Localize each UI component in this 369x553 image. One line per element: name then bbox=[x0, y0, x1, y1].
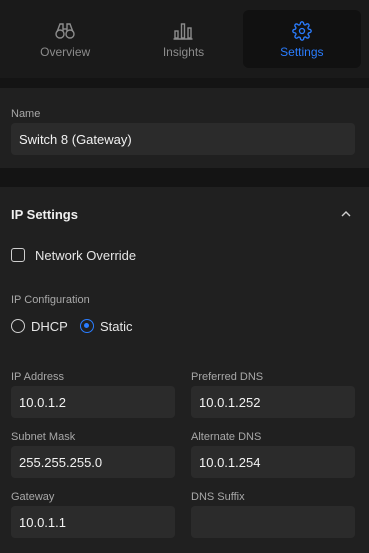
tab-bar: Overview Insights Settings bbox=[0, 0, 369, 78]
gateway-input[interactable]: 10.0.1.1 bbox=[11, 506, 175, 538]
ip-settings-panel: IP Settings Network Override IP Configur… bbox=[0, 187, 369, 553]
bar-chart-icon bbox=[172, 20, 194, 42]
section-title: IP Settings bbox=[11, 207, 78, 222]
alternate-dns-input[interactable]: 10.0.1.254 bbox=[191, 446, 355, 478]
tab-insights[interactable]: Insights bbox=[124, 10, 242, 68]
subnet-mask-label: Subnet Mask bbox=[11, 431, 76, 443]
name-panel: Name Switch 8 (Gateway) bbox=[0, 88, 369, 168]
network-override-label: Network Override bbox=[35, 248, 137, 263]
tab-label: Insights bbox=[162, 44, 205, 59]
ip-config-label: IP Configuration bbox=[11, 294, 90, 306]
dhcp-radio[interactable] bbox=[11, 319, 25, 333]
static-label: Static bbox=[100, 319, 133, 334]
gateway-label: Gateway bbox=[11, 491, 55, 503]
tab-settings[interactable]: Settings bbox=[242, 10, 361, 68]
tab-overview[interactable]: Overview bbox=[6, 10, 124, 68]
name-label: Name bbox=[11, 108, 41, 120]
subnet-mask-input[interactable]: 255.255.255.0 bbox=[11, 446, 175, 478]
name-input[interactable]: Switch 8 (Gateway) bbox=[11, 123, 355, 155]
dhcp-label: DHCP bbox=[31, 319, 68, 334]
network-override-checkbox[interactable] bbox=[11, 248, 25, 262]
preferred-dns-label: Preferred DNS bbox=[191, 371, 264, 383]
tab-label: Settings bbox=[280, 44, 324, 59]
ip-address-input[interactable]: 10.0.1.2 bbox=[11, 386, 175, 418]
static-radio[interactable] bbox=[80, 319, 94, 333]
preferred-dns-input[interactable]: 10.0.1.252 bbox=[191, 386, 355, 418]
binoculars-icon bbox=[54, 20, 76, 42]
gear-icon bbox=[291, 20, 313, 42]
ip-address-label: IP Address bbox=[11, 371, 64, 383]
alternate-dns-label: Alternate DNS bbox=[191, 431, 262, 443]
tab-label: Overview bbox=[40, 44, 91, 59]
dns-suffix-input[interactable] bbox=[191, 506, 355, 538]
chevron-up-icon[interactable] bbox=[339, 207, 353, 221]
tabs: Overview Insights Settings bbox=[6, 10, 361, 68]
dns-suffix-label: DNS Suffix bbox=[191, 491, 245, 503]
